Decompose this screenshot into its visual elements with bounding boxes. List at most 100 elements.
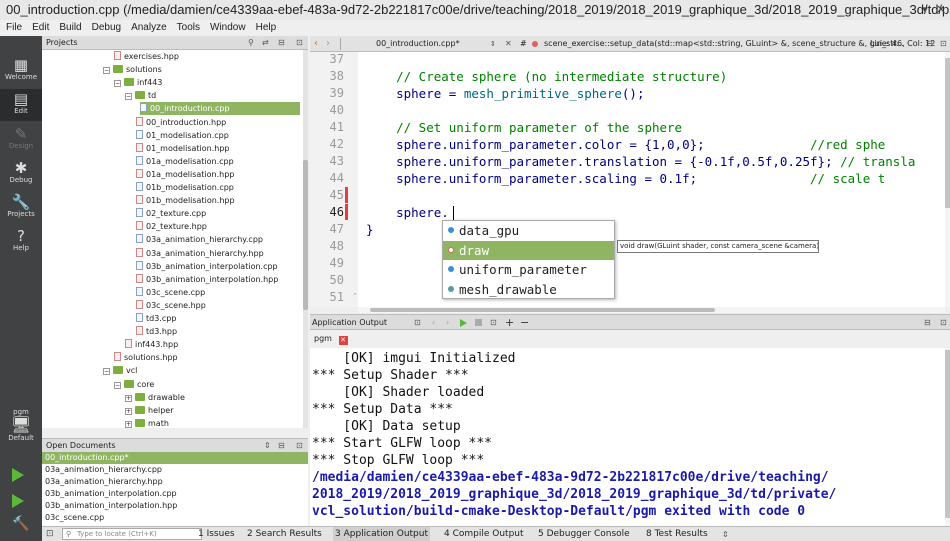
rerun-icon[interactable] <box>460 319 467 327</box>
tree-item[interactable]: − vcl <box>42 364 137 377</box>
expand-toggle-icon[interactable]: − <box>125 93 132 101</box>
expand-toggle-icon[interactable]: − <box>103 368 110 376</box>
locator-input[interactable]: ⚲ Type to locate (Ctrl+K) <box>62 528 202 540</box>
menu-help[interactable]: Help <box>256 20 277 36</box>
forward-icon[interactable]: › <box>326 36 330 51</box>
prev-icon[interactable]: ‹ <box>432 315 435 330</box>
attach-icon[interactable]: ⊡ <box>414 315 421 330</box>
back-icon[interactable]: ‹ <box>314 36 318 51</box>
sort-icon[interactable]: ⇕ <box>264 439 271 453</box>
output-scrollbar-thumb[interactable] <box>945 350 950 518</box>
symbol-selector[interactable]: scene_exercise::setup_data(std::map<std:… <box>544 36 904 51</box>
tree-item[interactable]: inf443.hpp <box>42 338 178 351</box>
settings-icon[interactable]: ⊡ <box>490 315 497 330</box>
maximize-icon[interactable]: ⊟ <box>924 315 931 330</box>
toggle-sidebar-icon[interactable]: ⊡ <box>46 527 54 541</box>
mode-help[interactable]: ? Help <box>0 226 42 258</box>
filter-icon[interactable]: ⚲ <box>248 36 254 50</box>
close-panel-icon[interactable]: ⊡ <box>296 439 303 453</box>
open-document-item[interactable]: 03a_animation_hierarchy.hpp <box>42 476 308 488</box>
completion-item[interactable]: data_gpu <box>443 221 614 240</box>
tree-item[interactable]: 03a_animation_hierarchy.hpp <box>42 247 264 260</box>
run-icon[interactable] <box>12 468 24 482</box>
expand-toggle-icon[interactable]: − <box>114 381 121 389</box>
close-tab-icon[interactable]: ✕ <box>338 336 348 345</box>
editor-scrollbar-thumb[interactable] <box>945 58 950 208</box>
file-selector[interactable]: 00_introduction.cpp* <box>376 36 460 51</box>
completion-item[interactable]: uniform_parameter <box>443 260 614 279</box>
menu-debug[interactable]: Debug <box>92 20 121 36</box>
output-pane-tab[interactable]: 4 Compile Output <box>442 527 526 541</box>
expand-toggle-icon[interactable]: + <box>125 420 132 428</box>
output-pane-tab[interactable]: 8 Test Results <box>644 527 710 541</box>
close-file-icon[interactable]: ✕ <box>505 36 512 51</box>
tree-item[interactable]: − core <box>42 378 154 391</box>
mode-debug[interactable]: ✱ Debug <box>0 158 42 190</box>
tree-item[interactable]: 01b_modelisation.hpp <box>42 194 235 207</box>
tree-item[interactable]: 02_texture.cpp <box>42 207 206 220</box>
zoom-out-icon[interactable]: − <box>520 315 529 330</box>
tree-item[interactable]: td3.hpp <box>42 325 177 338</box>
kit-selector[interactable]: pgm 🖥 Default <box>0 408 42 442</box>
output-pane-tab[interactable]: 3 Application Output <box>333 527 430 541</box>
tree-item[interactable]: − td <box>42 89 156 102</box>
open-document-item[interactable]: 03c_scene.cpp <box>42 512 308 524</box>
mode-welcome[interactable]: ▦ Welcome <box>0 55 42 87</box>
close-panel-icon[interactable]: ⊡ <box>940 315 947 330</box>
expand-toggle-icon[interactable]: − <box>103 67 110 75</box>
open-document-item[interactable]: 03b_animation_interpolation.cpp <box>42 488 308 500</box>
application-output[interactable]: [OK] imgui Initialized *** Setup Shader *… <box>310 348 945 526</box>
stop-icon[interactable] <box>475 319 482 326</box>
completion-item[interactable]: draw <box>443 240 614 260</box>
split-icon[interactable]: ⊟ <box>278 36 285 50</box>
open-document-item[interactable]: 03b_animation_interpolation.hpp <box>42 500 308 512</box>
menu-window[interactable]: Window <box>210 20 246 36</box>
more-tabs-icon[interactable]: ⇕ <box>722 527 729 541</box>
tree-item[interactable]: 01a_modelisation.cpp <box>42 155 234 168</box>
expand-toggle-icon[interactable]: + <box>125 394 132 402</box>
mode-edit[interactable]: ▤ Edit <box>0 89 42 121</box>
tree-item[interactable]: 01a_modelisation.hpp <box>42 168 234 181</box>
tree-item[interactable]: + helper <box>42 404 174 417</box>
menu-analyze[interactable]: Analyze <box>131 20 167 36</box>
close-button[interactable]: ✕ <box>934 3 948 17</box>
tree-item[interactable]: 03a_animation_hierarchy.cpp <box>42 233 263 246</box>
tree-item[interactable]: 00_introduction.cpp <box>140 102 300 116</box>
file-selector-arrows-icon[interactable]: ⇕ <box>490 36 496 51</box>
expand-toggle-icon[interactable]: − <box>114 80 121 88</box>
split-icon[interactable]: ⊟ <box>278 439 285 453</box>
tree-item[interactable]: td3.cpp <box>42 312 176 325</box>
next-icon[interactable]: › <box>446 315 449 330</box>
tree-item[interactable]: 02_texture.hpp <box>42 220 207 233</box>
menu-build[interactable]: Build <box>59 20 81 36</box>
output-pane-tab[interactable]: 5 Debugger Console <box>536 527 632 541</box>
build-hammer-icon[interactable]: 🔨 <box>12 516 29 532</box>
tree-item[interactable]: 03c_scene.cpp <box>42 286 205 299</box>
mode-design[interactable]: ✎ Design <box>0 124 42 156</box>
minimize-button[interactable]: ▾ <box>918 3 932 17</box>
output-pane-tab[interactable]: 2 Search Results <box>245 527 324 541</box>
menu-file[interactable]: File <box>6 20 22 36</box>
tree-item[interactable]: 03c_scene.hpp <box>42 299 206 312</box>
tree-item[interactable]: 00_introduction.hpp <box>42 116 226 129</box>
tree-item[interactable]: solutions.hpp <box>42 351 178 364</box>
editor-hscrollbar-thumb[interactable] <box>370 308 715 312</box>
output-pane-tab[interactable]: 1 Issues <box>196 527 237 541</box>
tree-item[interactable]: 01b_modelisation.cpp <box>42 181 234 194</box>
tree-item[interactable]: + math <box>42 417 169 428</box>
fold-marker-icon[interactable]: ⌃ <box>352 292 358 300</box>
close-panel-icon[interactable]: ⊡ <box>296 36 303 50</box>
menu-tools[interactable]: Tools <box>177 20 200 36</box>
debug-run-icon[interactable] <box>12 494 24 508</box>
tree-item[interactable]: exercises.hpp <box>42 50 179 63</box>
menu-edit[interactable]: Edit <box>32 20 49 36</box>
open-document-item[interactable]: 03a_animation_hierarchy.cpp <box>42 464 308 476</box>
completion-item[interactable]: mesh_drawable <box>443 280 614 299</box>
tree-item[interactable]: − inf443 <box>42 76 162 89</box>
tree-item[interactable]: 03b_animation_interpolation.hpp <box>42 273 278 286</box>
output-tab-pgm[interactable]: pgm <box>314 334 332 343</box>
tree-item[interactable]: 01_modelisation.hpp <box>42 142 229 155</box>
link-icon[interactable]: ⇄ <box>262 36 269 50</box>
zoom-in-icon[interactable]: + <box>505 315 514 330</box>
expand-toggle-icon[interactable]: + <box>125 407 132 415</box>
